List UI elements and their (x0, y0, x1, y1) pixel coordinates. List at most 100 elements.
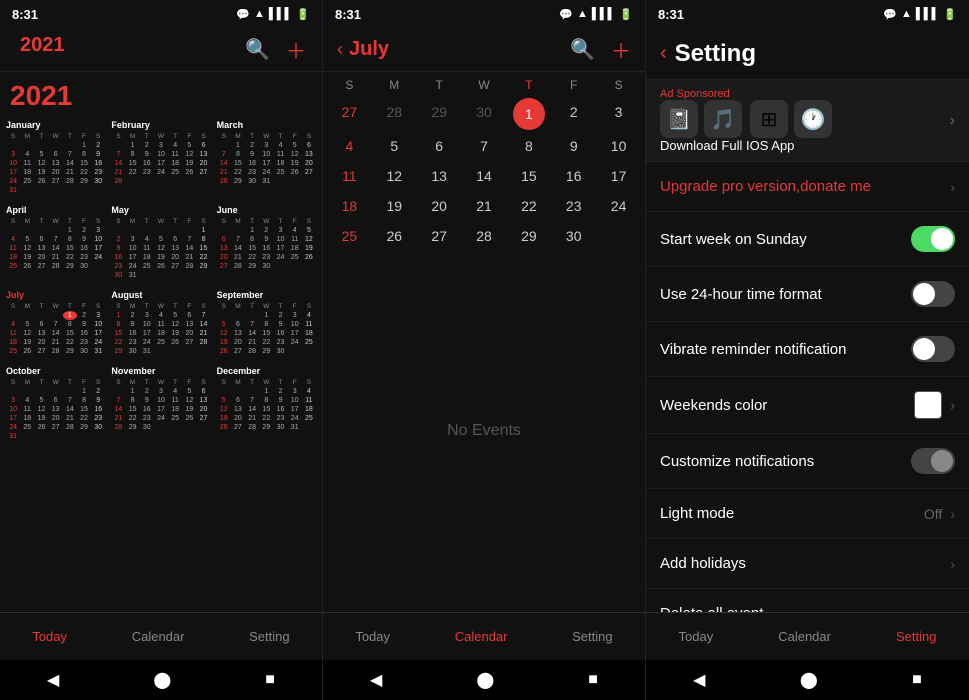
mini-day-cell[interactable]: 12 (20, 329, 34, 338)
mini-day-cell[interactable]: 4 (168, 141, 182, 150)
mini-day-cell[interactable]: 24 (91, 338, 105, 347)
mini-day-cell[interactable]: 14 (217, 159, 231, 168)
mini-day-cell[interactable]: 19 (182, 159, 196, 168)
mini-day-cell[interactable]: 30 (140, 423, 154, 432)
mini-day-cell[interactable]: 3 (91, 226, 105, 235)
day-cell[interactable]: 5 (372, 132, 417, 160)
mini-day-cell[interactable]: 23 (126, 338, 140, 347)
mini-day-cell[interactable]: 2 (77, 226, 91, 235)
setting-row-4[interactable]: Weekends color› (646, 377, 969, 434)
mini-day-cell[interactable]: 9 (273, 320, 287, 329)
mini-day-cell[interactable]: 31 (126, 271, 140, 280)
mini-day-cell[interactable]: 7 (196, 311, 210, 320)
mini-day-cell[interactable]: 20 (217, 253, 231, 262)
mini-day-cell[interactable]: 9 (140, 150, 154, 159)
mini-day-cell[interactable]: 22 (259, 414, 273, 423)
mini-day-cell[interactable]: 27 (231, 347, 245, 356)
mini-day-cell[interactable]: 16 (245, 159, 259, 168)
mini-day-cell[interactable]: 6 (49, 150, 63, 159)
add-event-button-mid[interactable]: ＋ (611, 35, 631, 64)
mini-day-cell[interactable]: 18 (20, 414, 34, 423)
mini-day-cell[interactable]: 28 (245, 347, 259, 356)
mini-day-cell[interactable]: 4 (302, 387, 316, 396)
mini-month-july[interactable]: JulySMTWTFS12345678910111213141516171819… (6, 290, 105, 356)
mini-day-cell[interactable]: 25 (154, 338, 168, 347)
mini-day-cell[interactable]: 10 (288, 320, 302, 329)
mini-day-cell[interactable]: 3 (140, 311, 154, 320)
mini-day-cell[interactable]: 26 (288, 168, 302, 177)
mini-day-cell[interactable]: 20 (182, 329, 196, 338)
mini-day-cell[interactable]: 7 (111, 150, 125, 159)
mini-day-cell[interactable]: 1 (111, 311, 125, 320)
mini-day-cell[interactable]: 3 (91, 311, 105, 320)
mini-day-cell[interactable]: 27 (231, 423, 245, 432)
mini-day-cell[interactable]: 24 (154, 168, 168, 177)
mini-day-cell[interactable]: 2 (91, 141, 105, 150)
mini-day-cell[interactable]: 9 (273, 396, 287, 405)
day-cell[interactable]: 26 (372, 222, 417, 250)
toggle-1[interactable] (911, 226, 955, 252)
day-cell[interactable]: 13 (417, 162, 462, 190)
mini-day-cell[interactable]: 6 (168, 235, 182, 244)
mini-day-cell[interactable]: 11 (20, 159, 34, 168)
mini-day-cell[interactable]: 10 (6, 405, 20, 414)
color-swatch[interactable] (914, 391, 942, 419)
mini-day-cell[interactable]: 3 (126, 235, 140, 244)
mini-day-cell[interactable]: 10 (273, 235, 287, 244)
setting-btn-left[interactable]: Setting (233, 625, 305, 648)
mini-day-cell[interactable]: 20 (196, 159, 210, 168)
mini-day-cell[interactable]: 25 (6, 262, 20, 271)
mini-day-cell[interactable]: 15 (111, 329, 125, 338)
mini-day-cell[interactable]: 18 (154, 329, 168, 338)
mini-day-cell[interactable]: 26 (34, 177, 48, 186)
mini-day-cell[interactable]: 26 (34, 423, 48, 432)
mini-day-cell[interactable]: 3 (6, 150, 20, 159)
mini-day-cell[interactable]: 9 (140, 396, 154, 405)
mini-day-cell[interactable]: 13 (302, 150, 316, 159)
mini-day-cell[interactable]: 12 (217, 405, 231, 414)
day-cell[interactable]: 9 (551, 132, 596, 160)
mini-day-cell[interactable]: 12 (20, 244, 34, 253)
mini-day-cell[interactable]: 5 (34, 396, 48, 405)
mini-day-cell[interactable]: 12 (288, 150, 302, 159)
partial-toggle[interactable] (911, 448, 955, 474)
mini-month-january[interactable]: JanuarySMTWTFS12345678910111213141516171… (6, 120, 105, 195)
mini-day-cell[interactable]: 25 (140, 262, 154, 271)
mini-day-cell[interactable]: 17 (288, 405, 302, 414)
mini-day-cell[interactable]: 31 (259, 177, 273, 186)
mini-day-cell[interactable]: 8 (126, 150, 140, 159)
mini-day-cell[interactable]: 16 (91, 159, 105, 168)
mini-day-cell[interactable]: 22 (196, 253, 210, 262)
mini-day-cell[interactable]: 26 (154, 262, 168, 271)
setting-btn-right[interactable]: Setting (880, 625, 952, 648)
mini-month-may[interactable]: MaySMTWTFS123456789101112131415161718192… (111, 205, 210, 280)
recent-sys-btn-mid[interactable]: ■ (588, 671, 598, 689)
mini-day-cell[interactable]: 4 (140, 235, 154, 244)
mini-month-august[interactable]: AugustSMTWTFS123456789101112131415161718… (111, 290, 210, 356)
add-event-button-left[interactable]: ＋ (286, 35, 306, 64)
mini-day-cell[interactable]: 11 (302, 396, 316, 405)
day-cell[interactable]: 20 (417, 192, 462, 220)
mini-day-cell[interactable]: 2 (140, 387, 154, 396)
mini-day-cell[interactable]: 22 (126, 414, 140, 423)
mini-day-cell[interactable]: 14 (245, 329, 259, 338)
mini-day-cell[interactable]: 20 (231, 338, 245, 347)
mini-day-cell[interactable]: 19 (182, 405, 196, 414)
setting-row-1[interactable]: Start week on Sunday (646, 212, 969, 267)
mini-day-cell[interactable]: 16 (111, 253, 125, 262)
mini-day-cell[interactable]: 22 (63, 338, 77, 347)
mini-day-cell[interactable]: 8 (77, 396, 91, 405)
mini-day-cell[interactable]: 6 (217, 235, 231, 244)
mini-day-cell[interactable]: 15 (259, 405, 273, 414)
mini-day-cell[interactable]: 11 (302, 320, 316, 329)
mini-day-cell[interactable]: 25 (288, 253, 302, 262)
mini-day-cell[interactable]: 2 (259, 226, 273, 235)
day-cell[interactable]: 23 (551, 192, 596, 220)
mini-day-cell[interactable]: 17 (154, 405, 168, 414)
mini-day-cell[interactable]: 5 (182, 141, 196, 150)
mini-day-cell[interactable]: 29 (63, 347, 77, 356)
setting-row-3[interactable]: Vibrate reminder notification (646, 322, 969, 377)
mini-day-cell[interactable]: 21 (63, 414, 77, 423)
day-cell[interactable]: 16 (551, 162, 596, 190)
mini-day-cell[interactable]: 23 (91, 168, 105, 177)
